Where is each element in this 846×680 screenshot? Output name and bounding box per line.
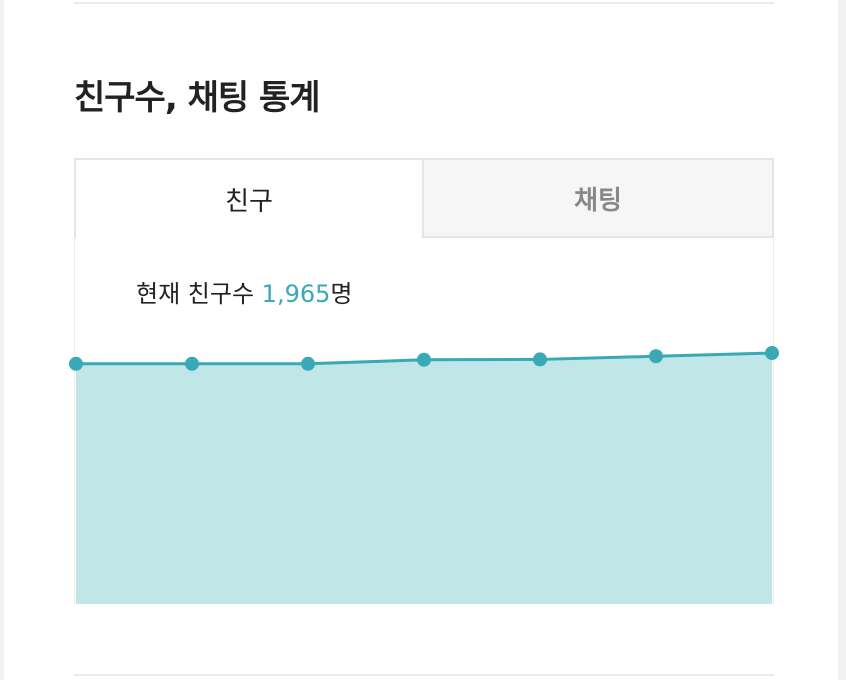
top-divider xyxy=(74,2,774,4)
data-point-7[interactable] xyxy=(765,346,779,361)
data-point-5[interactable] xyxy=(533,352,547,367)
tab-friends[interactable]: 친구 xyxy=(74,158,424,238)
section-title: 친구수, 채팅 통계 xyxy=(74,78,321,118)
data-point-4[interactable] xyxy=(417,352,431,367)
friend-count-chart xyxy=(69,346,779,604)
data-point-1[interactable] xyxy=(69,356,83,371)
friend-count-value: 1,965 xyxy=(261,280,331,308)
data-point-3[interactable] xyxy=(301,356,315,371)
tab-friends-label: 친구 xyxy=(225,186,273,217)
friend-count-summary: 현재 친구수 1,965명 xyxy=(136,276,352,312)
bottom-divider xyxy=(74,674,774,676)
friend-count-label: 현재 친구수 xyxy=(136,280,255,308)
tab-chats-label: 채팅 xyxy=(574,185,622,216)
friend-count-unit: 명 xyxy=(330,280,353,308)
tab-chats[interactable]: 채팅 xyxy=(422,158,774,238)
data-point-2[interactable] xyxy=(185,356,199,371)
data-point-6[interactable] xyxy=(649,349,663,364)
series-area xyxy=(76,353,772,604)
